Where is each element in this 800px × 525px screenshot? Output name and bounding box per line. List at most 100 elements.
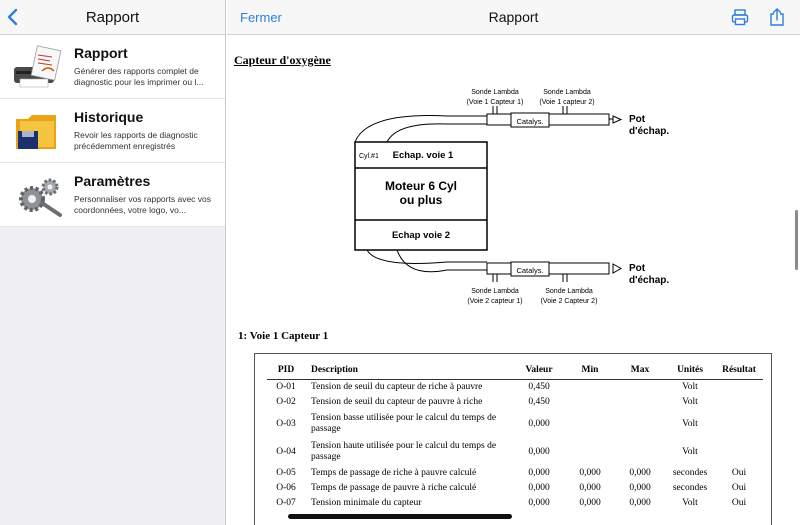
cell-min [565, 410, 615, 438]
cell-max: 0,000 [629, 483, 651, 493]
share-icon[interactable] [768, 8, 786, 26]
cell-desc: Tension de seuil du capteur de pauvre à … [311, 397, 483, 407]
sensor-label-v1c1-sub: (Voie 1 Capteur 1) [467, 99, 524, 106]
cell-max [615, 380, 665, 396]
bank2-label: Echap voie 2 [392, 230, 450, 241]
cell-desc: Tension de seuil du capteur de riche à p… [311, 382, 483, 392]
cell-desc: Tension basse utilisée pour le calcul du… [311, 413, 497, 434]
cell-value: 0,000 [528, 498, 550, 508]
col-pid: PID [267, 362, 305, 380]
printer-icon[interactable] [731, 8, 749, 26]
sensor-label-v1c2-sub: (Voie 1 capteur 2) [539, 99, 594, 106]
col-min: Min [565, 362, 615, 380]
col-max: Max [615, 362, 665, 380]
sidebar-item-rapport[interactable]: Rapport Générer des rapports complet de … [0, 35, 225, 99]
cell-unit: Volt [682, 418, 698, 429]
cell-pid: O-04 [276, 446, 296, 457]
scroll-indicator[interactable] [795, 210, 798, 270]
col-description: Description [305, 362, 513, 380]
cell-value: 0,450 [528, 382, 550, 392]
cell-value: 0,000 [528, 468, 550, 478]
table-row: O-06 Temps de passage de pauvre à riche … [267, 481, 763, 496]
document-title: Capteur d'oxygène [234, 53, 331, 67]
exhaust-label-top: Pot [629, 114, 646, 125]
sidebar-item-parametres[interactable]: Paramètres Personnaliser vos rapports av… [0, 163, 225, 227]
report-document: Capteur d'oxygène Catalys. Catalys. Sond… [227, 36, 800, 525]
sensor-label-v2c2: Sonde Lambda [545, 288, 593, 295]
exhaust-label-top-sub: d'échap. [629, 126, 669, 137]
exhaust-label-bottom-sub: d'échap. [629, 275, 669, 286]
sidebar-item-desc: Revoir les rapports de diagnostic précéd… [74, 130, 198, 151]
sidebar: Rapport Rapport Générer des rapports com… [0, 0, 226, 525]
cell-result [715, 438, 763, 466]
sidebar-item-title: Historique [74, 109, 144, 125]
gears-icon [19, 178, 62, 217]
cell-min: 0,000 [579, 468, 601, 478]
cell-result [715, 380, 763, 396]
table-row: O-04 Tension haute utilisée pour le calc… [267, 438, 763, 466]
sensor-label-v2c2-sub: (Voie 2 Capteur 2) [541, 298, 598, 305]
sidebar-item-desc: Personnaliser vos rapports avec vos coor… [74, 194, 212, 215]
cell-pid: O-07 [276, 498, 296, 508]
cell-desc: Temps de passage de riche à pauvre calcu… [311, 468, 477, 478]
cell-min [565, 395, 615, 410]
catalyst-label-top: Catalys. [516, 117, 543, 126]
section-title: 1: Voie 1 Capteur 1 [238, 330, 329, 342]
cell-result [715, 395, 763, 410]
cell-unit: secondes [672, 468, 708, 478]
cell-unit: Volt [682, 446, 698, 457]
sidebar-item-desc: Générer des rapports complet de diagnost… [74, 66, 204, 87]
cell-max [615, 410, 665, 438]
cell-min [565, 438, 615, 466]
cell-desc: Temps de passage de pauvre à riche calcu… [311, 483, 477, 493]
cell-min [565, 380, 615, 396]
table-row: O-05 Temps de passage de riche à pauvre … [267, 466, 763, 481]
cyl-label: Cyl.#1 [359, 153, 379, 160]
main-header: Fermer Rapport [227, 0, 800, 35]
pid-table: PID Description Valeur Min Max Unités Ré… [267, 362, 763, 511]
cell-pid: O-05 [276, 468, 296, 478]
cell-max: 0,000 [629, 468, 651, 478]
cell-pid: O-06 [276, 483, 296, 493]
sidebar-item-title: Paramètres [74, 173, 151, 189]
cell-result: Oui [731, 483, 747, 493]
cell-max [615, 438, 665, 466]
folder-icon [16, 115, 56, 149]
cell-value: 0,450 [528, 397, 550, 407]
page-title: Rapport [488, 9, 539, 25]
cell-value: 0,000 [528, 446, 550, 457]
engine-label: Moteur 6 Cyl [385, 179, 457, 193]
home-indicator[interactable] [288, 514, 512, 519]
cell-unit: Volt [682, 382, 698, 392]
report-icon [14, 45, 62, 88]
table-row: O-01 Tension de seuil du capteur de rich… [267, 380, 763, 396]
engine-label-sub: ou plus [400, 193, 443, 207]
cell-min: 0,000 [579, 498, 601, 508]
cell-unit: Volt [682, 498, 698, 508]
col-resultat: Résultat [715, 362, 763, 380]
sensor-label-v1c2: Sonde Lambda [543, 89, 591, 96]
cell-pid: O-01 [276, 382, 296, 392]
exhaust-label-bottom: Pot [629, 263, 646, 274]
bank1-label: Echap. voie 1 [393, 150, 454, 161]
col-unites: Unités [665, 362, 715, 380]
table-row: O-02 Tension de seuil du capteur de pauv… [267, 395, 763, 410]
cell-unit: Volt [682, 397, 698, 407]
table-row: O-07 Tension minimale du capteur 0,000 0… [267, 496, 763, 511]
cell-pid: O-02 [276, 397, 296, 407]
cell-result: Oui [731, 468, 747, 478]
cell-result: Oui [731, 498, 747, 508]
sidebar-item-title: Rapport [74, 45, 128, 61]
oxygen-sensor-diagram: Catalys. Catalys. Sonde Lambda (Voie 1 C… [354, 89, 669, 305]
sidebar-item-historique[interactable]: Historique Revoir les rapports de diagno… [0, 99, 225, 163]
col-valeur: Valeur [513, 362, 565, 380]
pid-table-frame: PID Description Valeur Min Max Unités Ré… [254, 353, 772, 525]
cell-desc: Tension minimale du capteur [311, 498, 422, 508]
catalyst-label-bottom: Catalys. [516, 266, 543, 275]
cell-pid: O-03 [276, 418, 296, 429]
sensor-label-v1c1: Sonde Lambda [471, 89, 519, 96]
cell-min: 0,000 [579, 483, 601, 493]
cell-max: 0,000 [629, 498, 651, 508]
sidebar-header: Rapport [0, 0, 225, 35]
cell-value: 0,000 [528, 418, 550, 429]
